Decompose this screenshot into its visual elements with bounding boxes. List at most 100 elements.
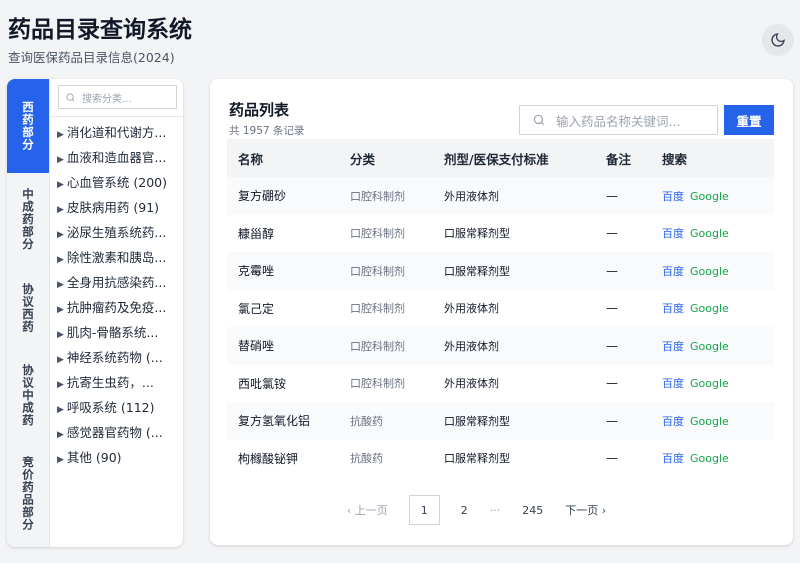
category-label: 抗肿瘤药及免疫... [66, 300, 167, 315]
drug-name: 枸橼酸铋钾 [238, 451, 299, 466]
category-item[interactable]: ▶ 感觉器官药物 (... [57, 420, 183, 445]
expand-triangle-icon: ▶ [57, 305, 64, 315]
drug-note: — [606, 376, 618, 391]
drug-table: 名称 分类 剂型/医保支付标准 备注 搜索 复方硼砂 口腔科制剂 外用液体剂 —… [227, 139, 774, 477]
google-search-link[interactable]: Google [690, 302, 729, 315]
page-1-button[interactable]: 1 [408, 495, 440, 525]
google-search-link[interactable]: Google [690, 452, 729, 465]
expand-triangle-icon: ▶ [57, 205, 64, 215]
category-item[interactable]: ▶ 泌尿生殖系统药... [57, 220, 183, 245]
category-sidebar: 西药部分 中成药部分 协议西药 协议中成药 竞价药品部分 搜索分类... ▶ 消化… [7, 79, 183, 547]
expand-triangle-icon: ▶ [57, 155, 64, 165]
expand-triangle-icon: ▶ [57, 455, 64, 465]
table-row: 氯己定 口腔科制剂 外用液体剂 — 百度 Google [227, 290, 774, 328]
page-ellipsis: ··· [489, 503, 501, 517]
column-header-category: 分类 [350, 139, 444, 177]
category-item[interactable]: ▶ 抗肿瘤药及免疫... [57, 295, 183, 320]
drug-name: 复方氢氧化铝 [227, 402, 350, 440]
tab-bidding-drugs[interactable]: 竞价药品部分 [7, 439, 49, 547]
drug-form: 口服常释剂型 [444, 227, 510, 241]
category-search-placeholder: 搜索分类... [82, 93, 132, 105]
category-label: 呼吸系统 (112) [66, 400, 155, 415]
baidu-search-link[interactable]: 百度 [662, 415, 684, 428]
google-search-link[interactable]: Google [690, 377, 729, 390]
category-label: 消化道和代谢方... [66, 125, 167, 140]
baidu-search-link[interactable]: 百度 [662, 227, 684, 240]
drug-form: 外用液体剂 [444, 302, 499, 316]
baidu-search-link[interactable]: 百度 [662, 302, 684, 315]
google-search-link[interactable]: Google [690, 190, 729, 203]
category-label: 皮肤病用药 (91) [66, 200, 160, 215]
expand-triangle-icon: ▶ [57, 180, 64, 190]
expand-triangle-icon: ▶ [57, 255, 64, 265]
drug-note: — [606, 177, 662, 215]
category-label: 泌尿生殖系统药... [66, 225, 167, 240]
category-item[interactable]: ▶ 神经系统药物 (... [57, 345, 183, 370]
expand-triangle-icon: ▶ [57, 330, 64, 340]
prev-page-button[interactable]: ‹ 上一页 [336, 495, 399, 525]
expand-triangle-icon: ▶ [57, 130, 64, 140]
drug-form: 口服常释剂型 [444, 402, 606, 440]
page-245-button[interactable]: 245 [511, 495, 554, 525]
drug-search-placeholder: 输入药品名称关键词... [556, 113, 681, 129]
category-label: 全身用抗感染药... [66, 275, 167, 290]
table-row: 糠甾醇 口腔科制剂 口服常释剂型 — 百度 Google [227, 215, 774, 253]
tab-chinese-patent-medicine[interactable]: 中成药部分 [7, 173, 49, 265]
drug-category: 口腔科制剂 [350, 327, 444, 365]
baidu-search-link[interactable]: 百度 [662, 340, 684, 353]
tab-negotiated-chinese[interactable]: 协议中成药 [7, 351, 49, 439]
category-search-input[interactable]: 搜索分类... [58, 85, 177, 109]
category-label: 心血管系统 (200) [66, 175, 168, 190]
drug-form: 外用液体剂 [444, 327, 606, 365]
category-item[interactable]: ▶ 抗寄生虫药，... [57, 370, 183, 395]
category-label: 血液和造血器官... [66, 150, 167, 165]
baidu-search-link[interactable]: 百度 [662, 377, 684, 390]
tab-western-medicine[interactable]: 西药部分 [7, 79, 49, 173]
google-search-link[interactable]: Google [690, 415, 729, 428]
category-item[interactable]: ▶ 血液和造血器官... [57, 145, 183, 170]
google-search-link[interactable]: Google [690, 265, 729, 278]
drug-form: 口服常释剂型 [444, 252, 606, 290]
drug-name: 替硝唑 [227, 327, 350, 365]
baidu-search-link[interactable]: 百度 [662, 452, 684, 465]
reset-button[interactable]: 重置 [724, 105, 774, 135]
next-page-button[interactable]: 下一页 › [554, 495, 617, 525]
expand-triangle-icon: ▶ [57, 280, 64, 290]
expand-triangle-icon: ▶ [57, 430, 64, 440]
category-item[interactable]: ▶ 消化道和代谢方... [57, 120, 183, 145]
search-icon [66, 92, 75, 101]
drug-name: 氯己定 [238, 301, 275, 316]
column-header-form: 剂型/医保支付标准 [444, 139, 606, 177]
tab-negotiated-western[interactable]: 协议西药 [7, 265, 49, 351]
drug-category: 口腔科制剂 [350, 377, 405, 391]
page-title: 药品目录查询系统 [8, 17, 192, 43]
category-item[interactable]: ▶ 肌肉-骨骼系统... [57, 320, 183, 345]
category-item[interactable]: ▶ 呼吸系统 (112) [57, 395, 183, 420]
category-item[interactable]: ▶ 全身用抗感染药... [57, 270, 183, 295]
category-label: 其他 (90) [66, 450, 122, 465]
moon-icon [771, 33, 785, 47]
google-search-link[interactable]: Google [690, 340, 729, 353]
drug-name: 复方硼砂 [227, 177, 350, 215]
drug-form: 外用液体剂 [444, 177, 606, 215]
category-item[interactable]: ▶ 除性激素和胰岛... [57, 245, 183, 270]
page-2-button[interactable]: 2 [450, 495, 479, 525]
expand-triangle-icon: ▶ [57, 355, 64, 365]
baidu-search-link[interactable]: 百度 [662, 190, 684, 203]
drug-form: 口服常释剂型 [444, 452, 510, 466]
category-item[interactable]: ▶ 其他 (90) [57, 445, 183, 470]
category-item[interactable]: ▶ 皮肤病用药 (91) [57, 195, 183, 220]
category-label: 神经系统药物 (... [66, 350, 163, 365]
theme-toggle-button[interactable] [762, 24, 794, 56]
drug-search-input[interactable]: 输入药品名称关键词... [519, 105, 718, 135]
google-search-link[interactable]: Google [690, 227, 729, 240]
drug-name: 克霉唑 [227, 252, 350, 290]
drug-category: 口腔科制剂 [350, 177, 444, 215]
category-list: ▶ 消化道和代谢方... ▶ 血液和造血器官... ▶ 心血管系统 (200) ▶ 皮肤病用药… [50, 117, 183, 470]
column-header-search: 搜索 [662, 139, 774, 177]
drug-category: 抗酸药 [350, 452, 383, 466]
expand-triangle-icon: ▶ [57, 380, 64, 390]
category-item[interactable]: ▶ 心血管系统 (200) [57, 170, 183, 195]
baidu-search-link[interactable]: 百度 [662, 265, 684, 278]
table-row: 复方氢氧化铝 抗酸药 口服常释剂型 — 百度 Google [227, 402, 774, 440]
